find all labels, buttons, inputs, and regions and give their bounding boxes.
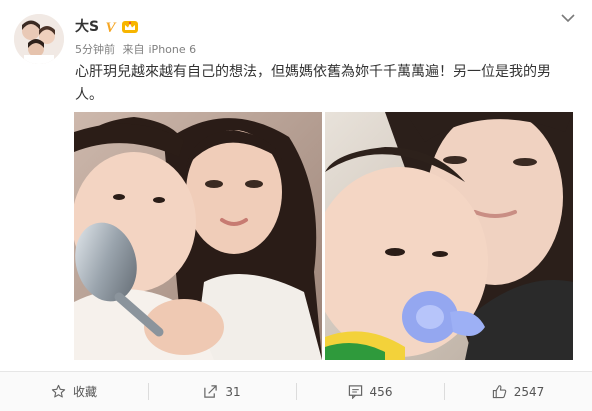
chevron-down-icon[interactable] <box>560 10 576 26</box>
source-prefix: 来自 <box>122 43 145 56</box>
verified-v-icon: V <box>103 19 118 36</box>
post-photo-1[interactable] <box>74 112 322 360</box>
favorite-label: 收藏 <box>72 385 97 399</box>
like-count: 2547 <box>513 384 545 399</box>
post-source[interactable]: iPhone 6 <box>149 43 197 56</box>
user-avatar[interactable] <box>14 14 64 64</box>
verified-v-text: V <box>106 20 118 34</box>
repost-button[interactable]: 31 <box>148 372 296 411</box>
post-text: 心肝玥兒越來越有自己的想法，但媽媽依舊為妳千千萬萬遍！另一位是我的男人。 <box>75 64 551 103</box>
weibo-post-card: 大S V 5分钟前 来自 iPhone 6 心肝玥兒越來越有自己的想法，但媽媽依舊… <box>0 0 592 411</box>
comment-count: 456 <box>369 384 393 399</box>
comment-button[interactable]: 456 <box>296 372 444 411</box>
like-button[interactable]: 2547 <box>444 372 592 411</box>
repost-icon <box>204 385 218 398</box>
comment-icon <box>348 385 362 399</box>
level-crown-icon <box>121 19 139 34</box>
user-name[interactable]: 大S <box>75 16 99 36</box>
action-bar: 收藏 31 456 2547 <box>0 372 592 411</box>
post-photo-2[interactable] <box>325 112 573 360</box>
repost-count: 31 <box>225 384 241 399</box>
user-name-row: 大S V <box>75 16 139 36</box>
favorite-button[interactable]: 收藏 <box>0 372 148 411</box>
star-icon <box>51 384 66 398</box>
thumbs-up-icon <box>492 385 506 399</box>
post-meta: 5分钟前 来自 iPhone 6 <box>75 41 200 57</box>
post-time[interactable]: 5分钟前 <box>75 43 115 56</box>
